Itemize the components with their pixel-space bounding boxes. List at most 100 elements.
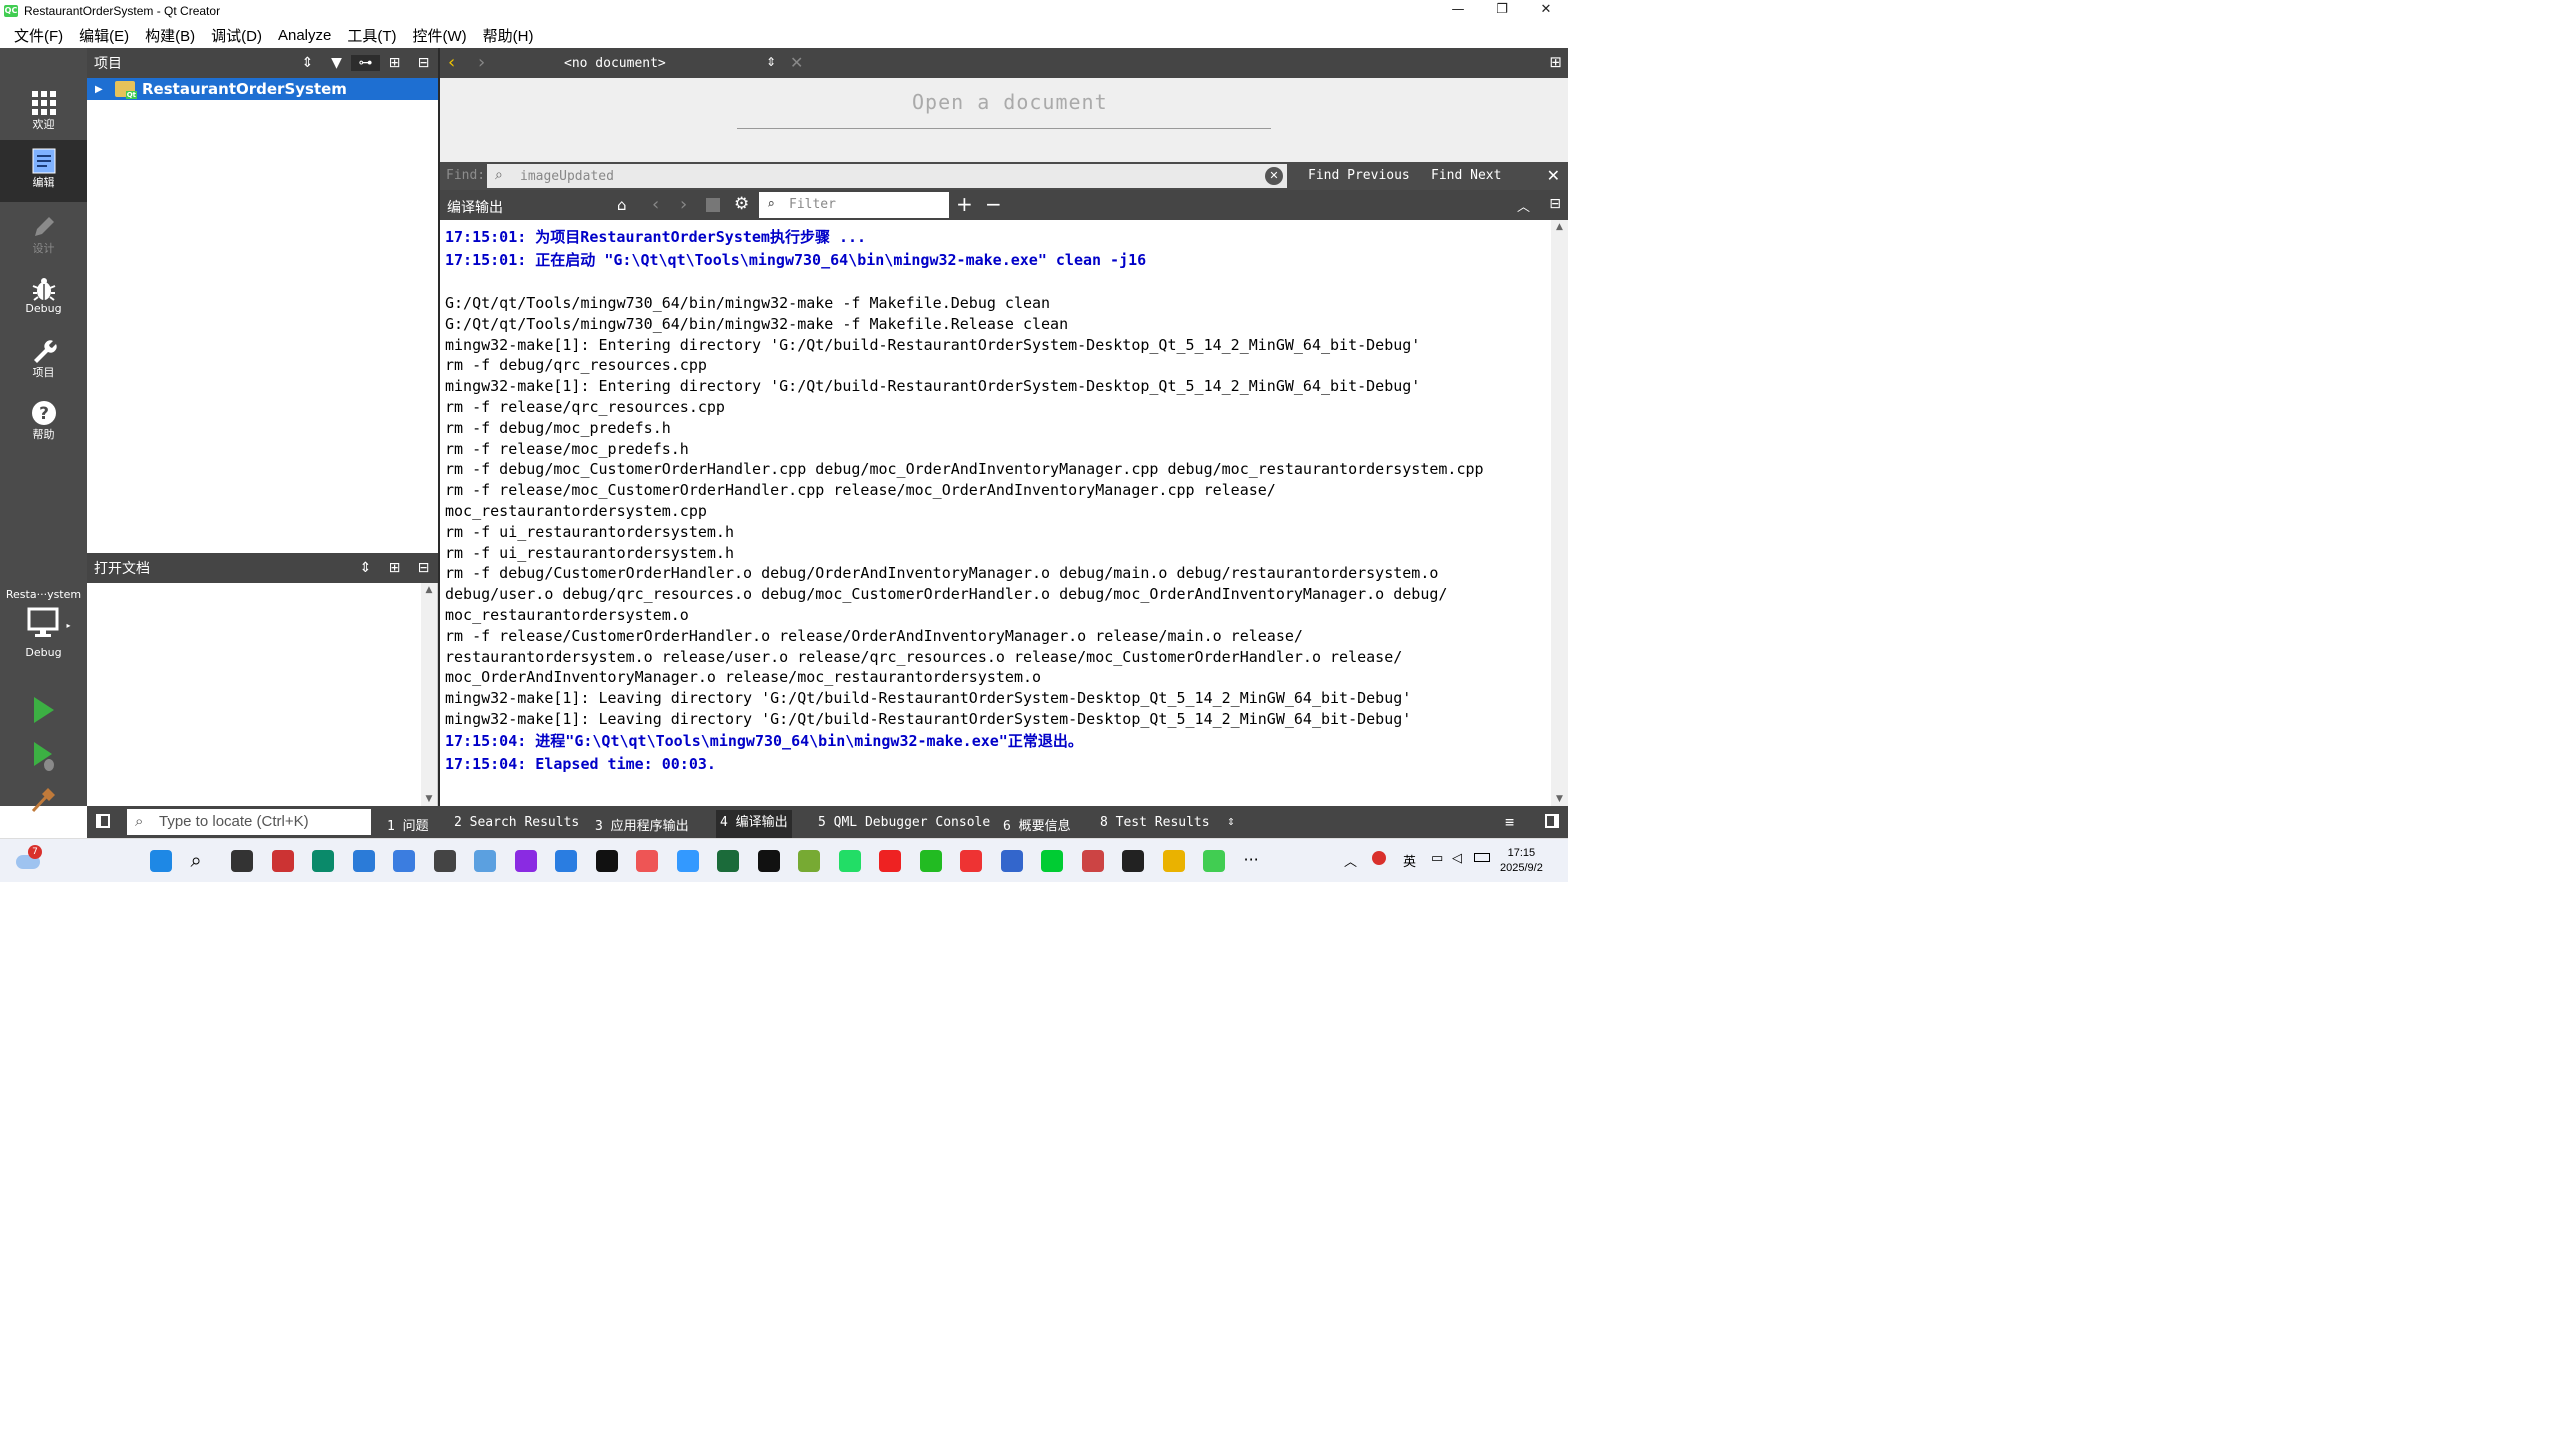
app-icon[interactable] <box>636 850 658 872</box>
menu-tools[interactable]: 工具(T) <box>347 25 396 46</box>
sort-arrows-icon[interactable]: ⇕ <box>351 560 380 576</box>
battery-icon[interactable] <box>1474 853 1490 862</box>
run-button[interactable] <box>26 695 60 729</box>
zoom-in-icon[interactable]: + <box>956 192 973 216</box>
locator-input[interactable]: ⌕ Type to locate (Ctrl+K) <box>127 809 371 835</box>
forward-arrow-icon[interactable]: › <box>478 52 485 73</box>
toggle-sidebar-icon[interactable] <box>96 814 110 828</box>
edge-icon[interactable] <box>312 850 334 872</box>
tray-security-icon[interactable] <box>1372 851 1386 865</box>
notepad-icon[interactable] <box>1000 850 1023 872</box>
more-tabs-arrows-icon[interactable]: ⇕ <box>1227 814 1235 829</box>
capcut-icon[interactable] <box>757 850 780 872</box>
open-documents-scrollbar[interactable]: ▲ ▼ <box>421 583 437 806</box>
qt-creator-icon[interactable] <box>1203 850 1225 872</box>
app-icon[interactable] <box>271 850 294 872</box>
ime-indicator[interactable]: 英 <box>1403 851 1416 870</box>
kit-selector[interactable]: Resta···ystem ▸ Debug <box>0 588 87 659</box>
build-button[interactable] <box>26 786 60 820</box>
progress-details-icon[interactable]: ≡ <box>1505 813 1514 831</box>
selector-arrows-icon[interactable]: ⇕ <box>766 55 776 69</box>
tab-issues[interactable]: 1 问题 <box>387 815 429 834</box>
app-icon[interactable] <box>393 850 415 872</box>
maximize-button[interactable]: ❐ <box>1480 0 1524 22</box>
mode-help[interactable]: ? 帮助 <box>0 392 87 452</box>
toggle-right-sidebar-icon[interactable] <box>1545 814 1559 828</box>
output-filter-input[interactable]: ⌕ Filter <box>759 192 949 218</box>
wechat-icon[interactable] <box>919 850 942 872</box>
close-find-icon[interactable]: ✕ <box>1547 166 1560 185</box>
compile-output-text[interactable]: 17:15:01: 为项目RestaurantOrderSystem执行步骤 .… <box>440 220 1552 806</box>
app-icon[interactable] <box>838 850 861 872</box>
link-editor-icon[interactable]: ⊶ <box>351 55 380 71</box>
close-split-icon[interactable]: ⊟ <box>409 55 438 71</box>
editor-area[interactable]: Open a document <box>440 78 1568 162</box>
mode-debug[interactable]: Debug <box>0 268 87 328</box>
menu-edit[interactable]: 编辑(E) <box>79 25 129 46</box>
collapse-panel-icon[interactable]: ︿ <box>1517 196 1530 215</box>
menu-analyze[interactable]: Analyze <box>278 27 331 44</box>
zoom-out-icon[interactable]: − <box>985 192 1002 216</box>
next-item-icon[interactable]: › <box>680 194 687 215</box>
network-icon[interactable]: ▭ <box>1431 851 1443 866</box>
tab-general-messages[interactable]: 6 概要信息 <box>1003 815 1071 834</box>
menu-widgets[interactable]: 控件(W) <box>413 25 467 46</box>
chrome-like-icon[interactable] <box>879 850 901 872</box>
wps-icon[interactable] <box>960 850 982 872</box>
start-icon[interactable] <box>150 850 172 872</box>
close-panel-icon[interactable]: ⊟ <box>1549 196 1561 212</box>
search-icon[interactable]: ⌕ <box>191 850 213 872</box>
app-icon[interactable] <box>1081 850 1104 872</box>
tab-compile-output[interactable]: 4 编译输出 <box>716 810 792 838</box>
document-selector[interactable]: <no document> <box>564 56 666 71</box>
tab-test-results[interactable]: 8 Test Results <box>1100 815 1210 830</box>
menu-build[interactable]: 构建(B) <box>145 25 195 46</box>
tab-qml-debugger-console[interactable]: 5 QML Debugger Console <box>818 815 990 830</box>
back-arrow-icon[interactable]: ‹ <box>448 52 455 73</box>
tab-application-output[interactable]: 3 应用程序输出 <box>595 815 689 834</box>
tab-search-results[interactable]: 2 Search Results <box>454 815 579 830</box>
app-icon[interactable] <box>433 850 456 872</box>
find-previous-button[interactable]: Find Previous <box>1308 168 1410 183</box>
taskbar-clock[interactable]: 17:15 2025/9/2 <box>1500 846 1543 876</box>
filter-icon[interactable]: ▼ <box>322 55 351 71</box>
terminal-icon[interactable] <box>1122 850 1144 872</box>
weather-widget[interactable]: 7 <box>16 845 44 873</box>
close-split-icon[interactable]: ⊟ <box>409 560 438 576</box>
app-icon[interactable] <box>595 850 618 872</box>
app-icon[interactable] <box>676 850 699 872</box>
app-icon[interactable] <box>555 850 577 872</box>
find-next-button[interactable]: Find Next <box>1431 168 1501 183</box>
prev-item-icon[interactable]: ‹ <box>652 194 659 215</box>
close-button[interactable]: ✕ <box>1524 0 1568 22</box>
mode-welcome[interactable]: 欢迎 <box>0 82 87 142</box>
menu-file[interactable]: 文件(F) <box>14 25 63 46</box>
app-icon[interactable] <box>474 850 496 872</box>
output-scrollbar[interactable]: ▲ ▼ <box>1551 220 1568 806</box>
stop-icon[interactable] <box>706 198 720 212</box>
task-view-icon[interactable] <box>231 850 253 872</box>
project-root-item[interactable]: ▶ Qt RestaurantOrderSystem <box>87 78 438 100</box>
split-editor-icon[interactable]: ⊞ <box>1549 53 1562 71</box>
clean-output-icon[interactable]: ⌂ <box>617 196 627 214</box>
volume-icon[interactable]: ◁ <box>1452 851 1462 866</box>
app-icon[interactable] <box>717 850 739 872</box>
close-document-icon[interactable]: ✕ <box>790 53 803 72</box>
menu-help[interactable]: 帮助(H) <box>483 25 534 46</box>
tray-overflow-icon[interactable]: ︿ <box>1344 851 1357 870</box>
mode-projects[interactable]: 项目 <box>0 330 87 390</box>
minimize-button[interactable]: — <box>1436 0 1480 22</box>
clear-find-icon[interactable]: ✕ <box>1265 167 1283 185</box>
app-icon[interactable] <box>1041 850 1063 872</box>
mode-edit[interactable]: 编辑 <box>0 140 87 202</box>
split-add-icon[interactable]: ⊞ <box>380 55 409 71</box>
more-icon[interactable]: ··· <box>1244 850 1266 872</box>
explorer-icon[interactable] <box>1162 850 1185 872</box>
vscode-icon[interactable] <box>352 850 375 872</box>
find-input[interactable] <box>487 164 1287 188</box>
settings-gear-icon[interactable]: ⚙ <box>734 194 749 214</box>
onenote-icon[interactable] <box>514 850 537 872</box>
expand-arrow-icon[interactable]: ▶ <box>95 84 115 95</box>
menu-debug[interactable]: 调试(D) <box>211 25 262 46</box>
app-icon[interactable] <box>798 850 820 872</box>
